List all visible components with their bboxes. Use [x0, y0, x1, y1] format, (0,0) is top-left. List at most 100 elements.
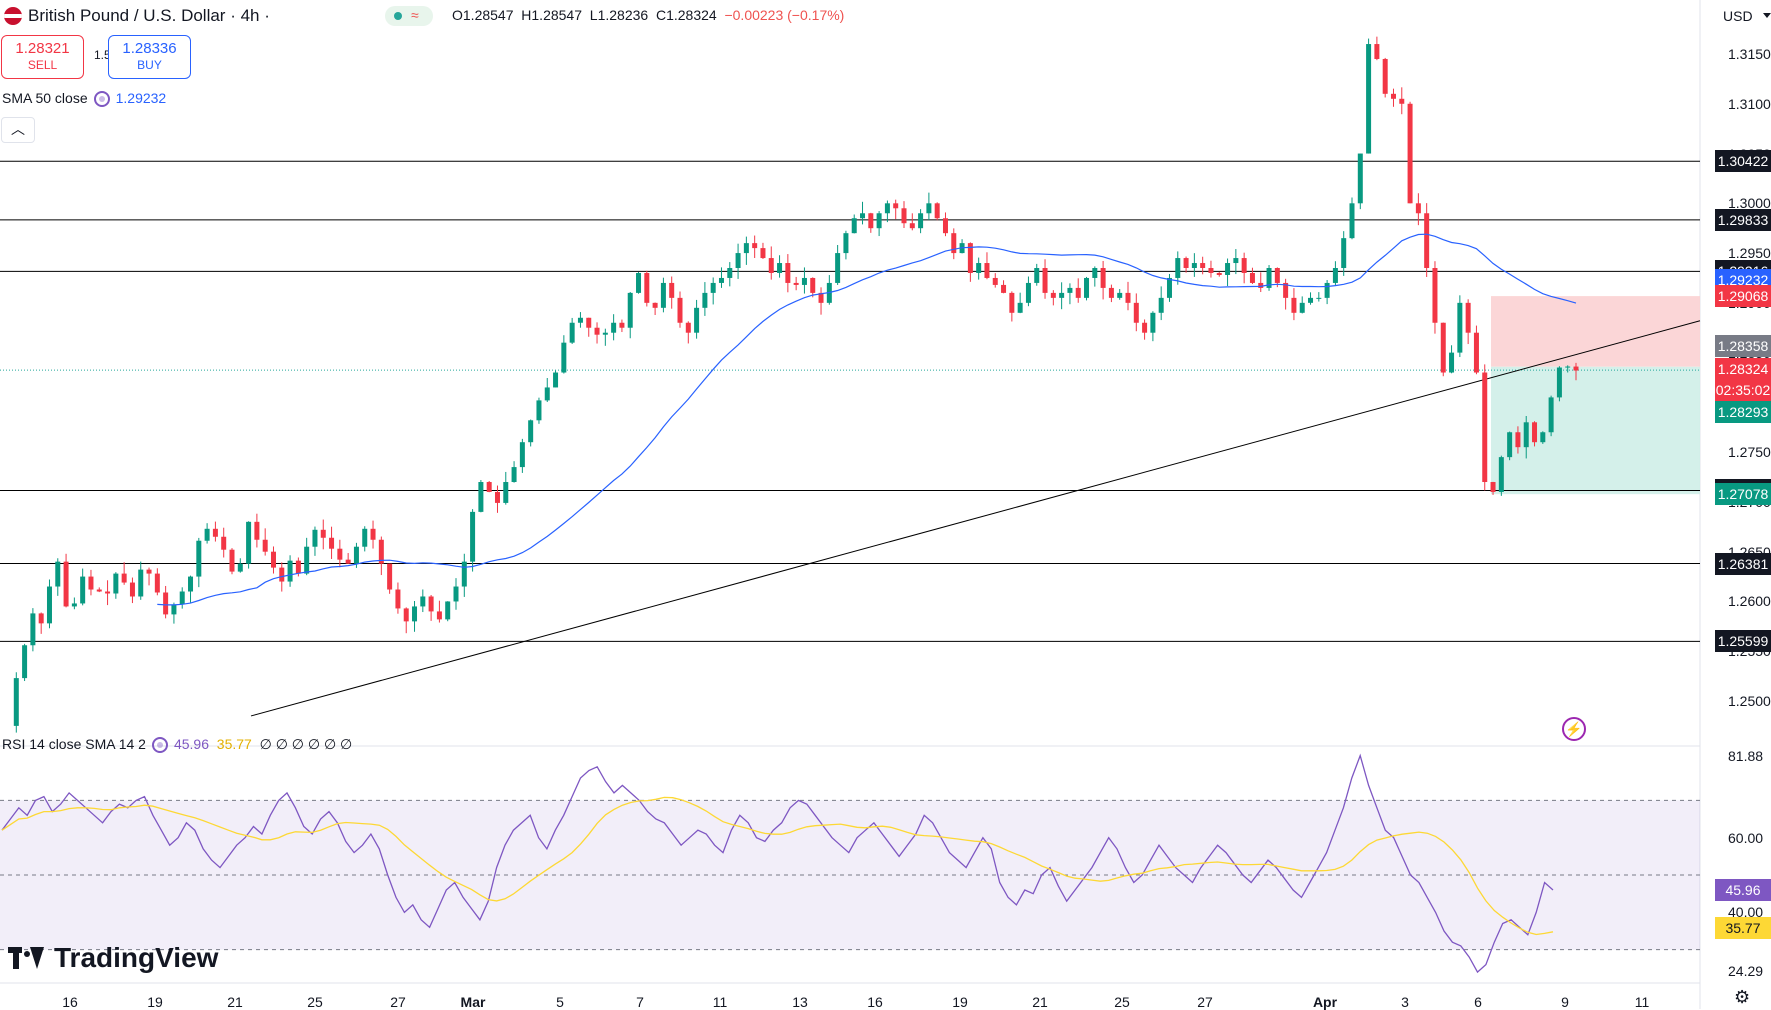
candle-down	[88, 576, 94, 590]
alert-bolt-icon[interactable]: ⚡	[1562, 717, 1586, 741]
candle-up	[536, 400, 542, 421]
candle-up	[246, 521, 252, 564]
ohlc-change: −0.00223 (−0.17%)	[724, 7, 845, 23]
sma-legend[interactable]: SMA 50 close 1.29232	[2, 90, 167, 108]
candle-down	[1515, 432, 1521, 448]
currency-selector[interactable]: USD	[1723, 8, 1771, 24]
settings-gear-icon[interactable]: ⚙	[1734, 987, 1750, 1008]
candle-down	[229, 549, 235, 572]
candle-down	[934, 203, 940, 219]
sell-price: 1.28321	[15, 40, 70, 57]
chart-canvas[interactable]	[0, 0, 1771, 1009]
price-tag-target_top: 1.28293	[1715, 401, 1771, 424]
candle-up	[420, 596, 426, 607]
candle-up	[519, 442, 525, 468]
buy-price: 1.28336	[122, 40, 177, 57]
buy-button[interactable]: 1.28336 BUY	[108, 35, 191, 79]
candle-up	[976, 263, 982, 273]
price-tag-level: 1.26381	[1715, 552, 1771, 575]
candle-down	[1407, 103, 1413, 204]
candle-down	[752, 243, 758, 249]
candle-down	[909, 223, 915, 229]
candle-down	[1274, 268, 1280, 283]
candle-up	[835, 253, 841, 283]
symbol-title[interactable]: British Pound / U.S. Dollar · 4h ·	[28, 6, 270, 26]
sell-button[interactable]: 1.28321 SELL	[1, 35, 84, 79]
candle-up	[71, 603, 77, 607]
x-axis-tick-label: 27	[390, 994, 406, 1010]
market-status-pill[interactable]: ≈	[385, 6, 433, 26]
candle-down	[295, 560, 301, 574]
candle-up	[353, 546, 359, 564]
candle-up	[1498, 457, 1504, 492]
candle-up	[702, 292, 708, 308]
candle-down	[1532, 422, 1538, 443]
candle-up	[876, 213, 882, 229]
price-tag-target: 1.27078	[1715, 483, 1771, 506]
rsi-axis-tick-label: 81.88	[1728, 748, 1764, 764]
gbp-flag-icon	[4, 7, 22, 25]
candle-up	[1357, 153, 1363, 204]
market-open-icon	[394, 12, 402, 20]
sma-legend-value: 1.29232	[115, 90, 167, 106]
x-axis-tick-label: 5	[556, 994, 564, 1010]
candle-up	[1548, 397, 1554, 433]
candle-up	[304, 546, 310, 574]
x-axis-tick-label: 21	[1032, 994, 1048, 1010]
x-axis-tick-label: Apr	[1312, 994, 1338, 1010]
candle-down	[810, 277, 816, 293]
y-axis-tick-label: 1.27500	[1728, 444, 1771, 461]
y-axis-tick-label: 1.31000	[1728, 95, 1771, 112]
candle-up	[196, 540, 202, 577]
candle-down	[1108, 287, 1114, 298]
candle-up	[727, 268, 733, 278]
candle-down	[436, 611, 442, 620]
ohlc-low: L1.28236	[589, 7, 649, 23]
x-axis-tick-label: 25	[307, 994, 323, 1010]
candle-down	[1258, 282, 1264, 288]
candle-up	[1034, 268, 1040, 283]
candle-up	[1117, 292, 1123, 298]
candle-up	[602, 332, 608, 335]
candle-down	[279, 567, 285, 582]
x-axis-tick-label: 16	[867, 994, 883, 1010]
x-axis-tick-label: 13	[792, 994, 808, 1010]
candle-down	[146, 569, 152, 574]
candle-up	[478, 482, 484, 512]
price-tag-level: 1.25599	[1715, 630, 1771, 653]
stop-loss-zone	[1491, 296, 1700, 367]
x-axis-tick-label: 11	[1634, 994, 1650, 1010]
candle-down	[1125, 292, 1131, 303]
candle-up	[710, 282, 716, 293]
candle-up	[22, 645, 28, 679]
candle-down	[652, 302, 658, 308]
candle-up	[528, 420, 534, 443]
x-axis-tick-label: 11	[712, 994, 728, 1010]
candle-down	[1200, 263, 1206, 269]
price-tag-stop: 1.29068	[1715, 285, 1771, 308]
ohlc-readout: O1.28547 H1.28547 L1.28236 C1.28324 −0.0…	[452, 7, 844, 23]
candle-up	[1166, 277, 1172, 298]
candle-down	[1374, 44, 1380, 59]
candle-down	[403, 608, 409, 622]
candle-down	[893, 203, 899, 209]
y-axis-tick-label: 1.25000	[1728, 693, 1771, 709]
candle-up	[287, 560, 293, 582]
candle-down	[1382, 58, 1388, 94]
candle-down	[1142, 322, 1148, 333]
candle-down	[38, 613, 44, 624]
candle-up	[553, 372, 559, 388]
candle-down	[984, 263, 990, 278]
tradingview-logo: TradingView	[8, 942, 218, 974]
x-axis-tick-label: 27	[1197, 994, 1213, 1010]
candle-down	[677, 297, 683, 323]
candle-up	[1556, 367, 1562, 398]
candle-down	[387, 563, 393, 590]
candle-up	[138, 569, 144, 597]
take-profit-zone	[1491, 366, 1700, 495]
candle-up	[503, 482, 509, 503]
rsi-legend[interactable]: RSI 14 close SMA 14 2 45.96 35.77 ∅ ∅ ∅ ∅…	[2, 736, 352, 754]
collapse-legend-button[interactable]: ︿	[1, 117, 35, 143]
candle-down	[1133, 302, 1139, 323]
candle-up	[445, 601, 451, 620]
